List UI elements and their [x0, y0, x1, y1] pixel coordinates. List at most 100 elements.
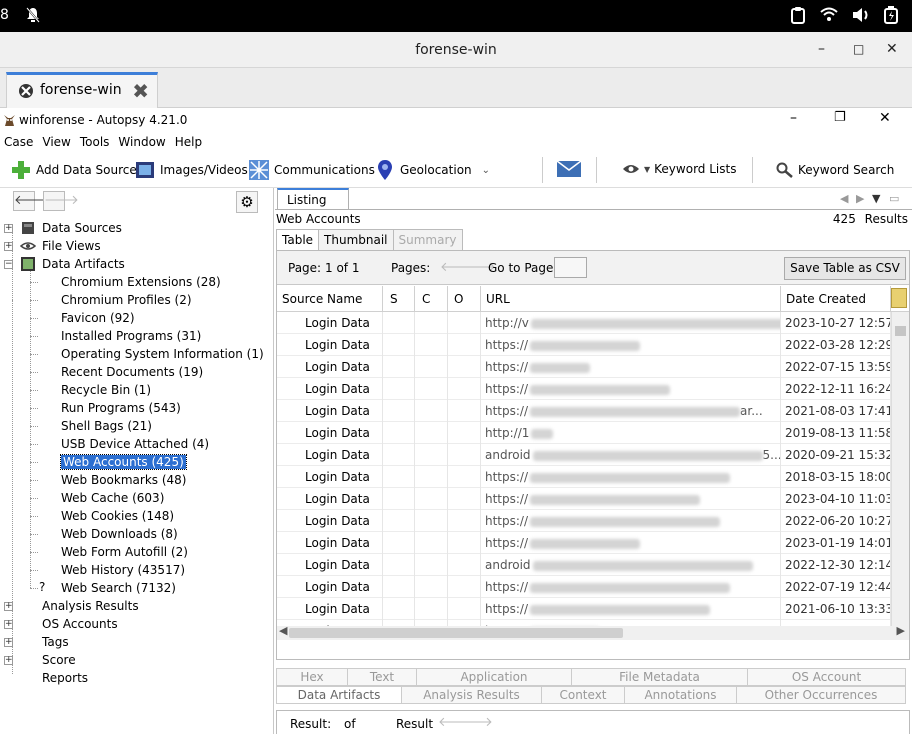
table-row[interactable]: Login Data https:// 2021-06-10 13:33:44 [277, 598, 891, 620]
tree-item-web-history[interactable]: Web History (43517) [39, 561, 185, 579]
tree-item-web-search[interactable]: ? Web Search (7132) [39, 579, 176, 597]
app-minimize-button[interactable]: – [790, 110, 797, 126]
table-row[interactable]: Login Data https:// 2022-06-20 10:27:18 [277, 510, 891, 532]
tree-item-chromium-extensions[interactable]: Chromium Extensions (28) [39, 273, 221, 291]
back-arrow-icon[interactable]: 🡐 [13, 191, 49, 211]
scroll-thumb[interactable] [895, 326, 906, 336]
tree-item-score[interactable]: + Score [4, 651, 76, 669]
volume-icon[interactable] [852, 6, 870, 24]
expand-icon[interactable]: + [4, 601, 13, 611]
tab-os-account[interactable]: OS Account [747, 668, 906, 686]
tab-hex[interactable]: Hex [276, 668, 348, 686]
column-header-date-created[interactable]: Date Created [781, 286, 891, 312]
tree-item-recycle-bin[interactable]: Recycle Bin (1) [39, 381, 151, 399]
email-icon[interactable] [556, 160, 582, 178]
expand-icon[interactable]: + [4, 637, 13, 647]
tree-item-recent-documents[interactable]: Recent Documents (19) [39, 363, 203, 381]
communications-button[interactable]: Communications [248, 159, 375, 181]
tab-scroll-left-icon[interactable]: ◀ [840, 192, 848, 205]
table-row[interactable]: Login Data android 2022-12-30 12:14:17 [277, 554, 891, 576]
tab-data-artifacts[interactable]: Data Artifacts [276, 686, 402, 704]
tree-item-web-downloads[interactable]: Web Downloads (8) [39, 525, 178, 543]
horizontal-scrollbar[interactable]: ◀ ▶ [277, 624, 909, 640]
panel-maximize-icon[interactable]: ▭ [889, 192, 899, 205]
scroll-thumb[interactable] [289, 628, 623, 638]
tree-item-tags[interactable]: + Tags [4, 633, 69, 651]
table-row[interactable]: Login Data http://1 2019-08-13 11:58:49 [277, 422, 891, 444]
tree-item-web-cookies[interactable]: Web Cookies (148) [39, 507, 174, 525]
tree-item-usb-device-attached[interactable]: USB Device Attached (4) [39, 435, 209, 453]
tree-item-reports[interactable]: Reports [4, 669, 88, 687]
scroll-left-icon[interactable]: ◀ [279, 624, 287, 637]
listing-tab[interactable]: Listing [277, 188, 349, 210]
images-videos-button[interactable]: Images/Videos [134, 159, 248, 181]
app-close-button[interactable]: ✕ [879, 110, 891, 126]
scroll-right-icon[interactable]: ▶ [897, 624, 905, 637]
column-header-source-name[interactable]: Source Name [277, 286, 383, 312]
geolocation-button[interactable]: Geolocation ⌄ [374, 159, 490, 181]
battery-icon[interactable] [884, 6, 898, 24]
table-row[interactable]: Login Data https:// ar... 2021-08-03 17:41:… [277, 400, 891, 422]
vertical-scrollbar[interactable] [891, 312, 909, 626]
save-csv-button[interactable]: Save Table as CSV [784, 257, 906, 280]
tree-item-analysis-results[interactable]: + Analysis Results [4, 597, 139, 615]
expand-icon[interactable]: + [4, 223, 13, 233]
tab-analysis-results[interactable]: Analysis Results [401, 686, 542, 704]
table-row[interactable]: Login Data https:// 2018-03-15 18:00:25 [277, 466, 891, 488]
tree-item-data-sources[interactable]: + Data Sources [4, 219, 122, 237]
forward-arrow-icon[interactable]: 🡒 [43, 191, 79, 211]
goto-page-input[interactable] [554, 257, 587, 278]
column-header-o[interactable]: O [448, 286, 481, 312]
app-restore-button[interactable]: ❐ [834, 110, 846, 125]
expand-icon[interactable]: + [4, 655, 13, 665]
keyword-search-button[interactable]: Keyword Search [776, 162, 894, 178]
wifi-icon[interactable] [820, 6, 838, 24]
expand-icon[interactable]: + [4, 241, 13, 251]
tab-table[interactable]: Table [276, 229, 320, 252]
tree-item-os-accounts[interactable]: + OS Accounts [4, 615, 118, 633]
tree-item-operating-system-information[interactable]: Operating System Information (1) [39, 345, 264, 363]
tab-context[interactable]: Context [541, 686, 625, 704]
menu-help[interactable]: Help [171, 132, 207, 152]
tree-item-web-accounts[interactable]: Web Accounts (425) [39, 453, 187, 471]
tree-item-data-artifacts[interactable]: − Data Artifacts [4, 255, 125, 273]
collapse-icon[interactable]: − [4, 259, 13, 269]
menu-tools[interactable]: Tools [76, 132, 115, 152]
tab-thumbnail[interactable]: Thumbnail [318, 229, 394, 251]
table-row[interactable]: Login Data https:// 2023-04-10 11:03:34 [277, 488, 891, 510]
tab-file-metadata[interactable]: File Metadata [571, 668, 748, 686]
tab-application[interactable]: Application [416, 668, 572, 686]
tree-item-favicon[interactable]: Favicon (92) [39, 309, 135, 327]
tab-summary[interactable]: Summary [392, 229, 463, 251]
tab-dropdown-icon[interactable]: ▼ [872, 192, 880, 205]
table-row[interactable]: Login Data https:// 2022-07-15 13:59:01 [277, 356, 891, 378]
tree-item-file-views[interactable]: + File Views [4, 237, 101, 255]
tab-forense-win[interactable]: forense-win ✖ [6, 72, 158, 108]
tab-other-occurrences[interactable]: Other Occurrences [736, 686, 906, 704]
menu-window[interactable]: Window [114, 132, 170, 152]
table-row[interactable]: Login Data http://vp2023-10-27 12:57:22 [277, 312, 891, 334]
table-row[interactable]: Login Data android 5...2020-09-21 15:32:29 [277, 444, 891, 466]
tree-item-web-bookmarks[interactable]: Web Bookmarks (48) [39, 471, 186, 489]
chevron-double-down-icon[interactable]: ⌄ [482, 165, 490, 176]
window-close-button[interactable]: ✕ [886, 41, 898, 57]
tree-item-web-form-autofill[interactable]: Web Form Autofill (2) [39, 543, 188, 561]
menu-view[interactable]: View [38, 132, 75, 152]
column-header-s[interactable]: S [383, 286, 415, 312]
table-row[interactable]: Login Data https:// 2023-01-19 14:01:50 [277, 532, 891, 554]
column-chooser-icon[interactable] [891, 288, 907, 308]
tab-scroll-right-icon[interactable]: ▶ [856, 192, 864, 205]
keyword-lists-button[interactable]: ▼ Keyword Lists [622, 162, 736, 176]
tree-item-installed-programs[interactable]: Installed Programs (31) [39, 327, 201, 345]
add-data-source-button[interactable]: Add Data Source [10, 159, 137, 181]
tab-text[interactable]: Text [347, 668, 417, 686]
tree-item-chromium-profiles[interactable]: Chromium Profiles (2) [39, 291, 192, 309]
gear-icon[interactable]: ⚙ [236, 191, 258, 213]
next-result-icon[interactable]: 🡒 [458, 714, 493, 730]
bell-muted-icon[interactable] [26, 7, 40, 23]
table-row[interactable]: Login Data https:// 2022-03-28 12:29:24 [277, 334, 891, 356]
tree-item-run-programs[interactable]: Run Programs (543) [39, 399, 181, 417]
column-header-url[interactable]: URL [481, 286, 781, 312]
window-maximize-button[interactable]: □ [853, 42, 864, 56]
clipboard-icon[interactable] [790, 6, 806, 24]
